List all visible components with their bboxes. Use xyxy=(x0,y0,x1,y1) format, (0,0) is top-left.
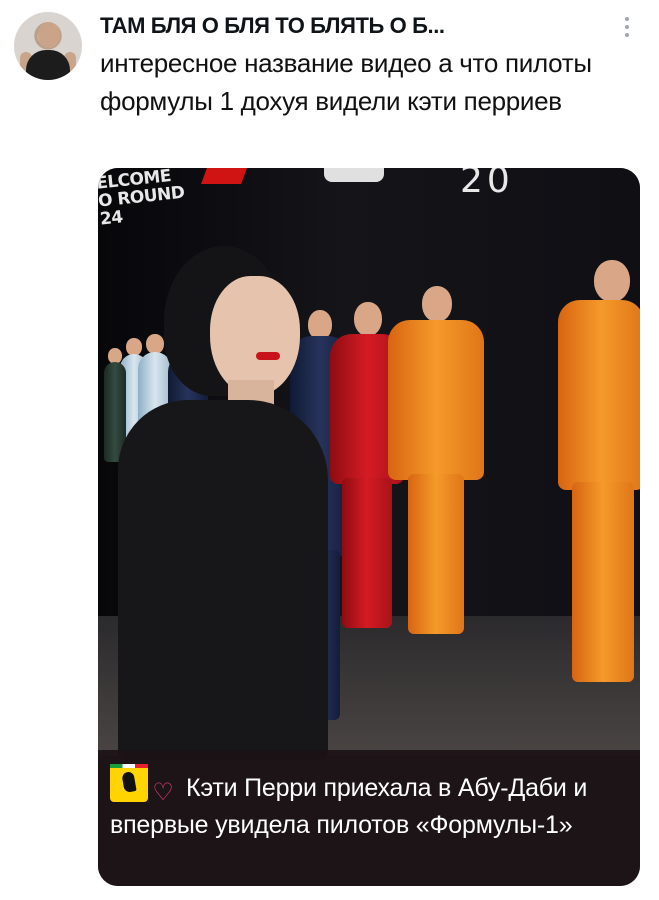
driver-legs xyxy=(342,478,392,628)
backdrop-red-stripe xyxy=(201,168,247,184)
more-vertical-icon[interactable] xyxy=(620,14,634,40)
ferrari-logo-stripe xyxy=(110,764,148,768)
backdrop-logo xyxy=(324,168,384,182)
driver-head xyxy=(146,334,164,354)
driver-head xyxy=(594,260,630,302)
more-dot xyxy=(625,17,629,21)
woman-body xyxy=(118,400,328,760)
more-dot xyxy=(625,33,629,37)
driver-body xyxy=(558,300,640,490)
avatar-torso xyxy=(26,50,70,80)
heart-icon: ♡ xyxy=(152,779,174,806)
woman-lips xyxy=(256,352,280,360)
woman-face xyxy=(210,276,300,396)
caption-text: Кэти Перри приехала в Абу-Даби и впервые… xyxy=(110,774,588,839)
backdrop-welcome-sign: ELCOME O ROUND 24 xyxy=(98,168,191,230)
ferrari-logo-icon xyxy=(110,764,148,802)
post-video[interactable]: 20 ELCOME O ROUND 24 ♡ Кэти Перри приеха… xyxy=(98,168,640,886)
author-name[interactable]: ТАМ БЛЯ О БЛЯ ТО БЛЯТЬ О Б... xyxy=(100,12,600,40)
more-dot xyxy=(625,25,629,29)
post: ТАМ БЛЯ О БЛЯ ТО БЛЯТЬ О Б... интересное… xyxy=(0,0,659,900)
driver-head xyxy=(422,286,452,322)
avatar-head xyxy=(38,22,60,48)
driver-legs xyxy=(408,474,464,634)
driver-head xyxy=(354,302,382,336)
author-avatar[interactable] xyxy=(14,12,82,80)
driver-body xyxy=(388,320,484,480)
post-text: интересное название видео а что пилоты ф… xyxy=(100,48,592,116)
backdrop-year: 20 xyxy=(460,168,514,201)
caption-line: ♡ Кэти Перри приехала в Абу-Даби и впервы… xyxy=(110,764,628,844)
video-caption: ♡ Кэти Перри приехала в Абу-Даби и впервы… xyxy=(98,750,640,886)
driver-legs xyxy=(572,482,634,682)
